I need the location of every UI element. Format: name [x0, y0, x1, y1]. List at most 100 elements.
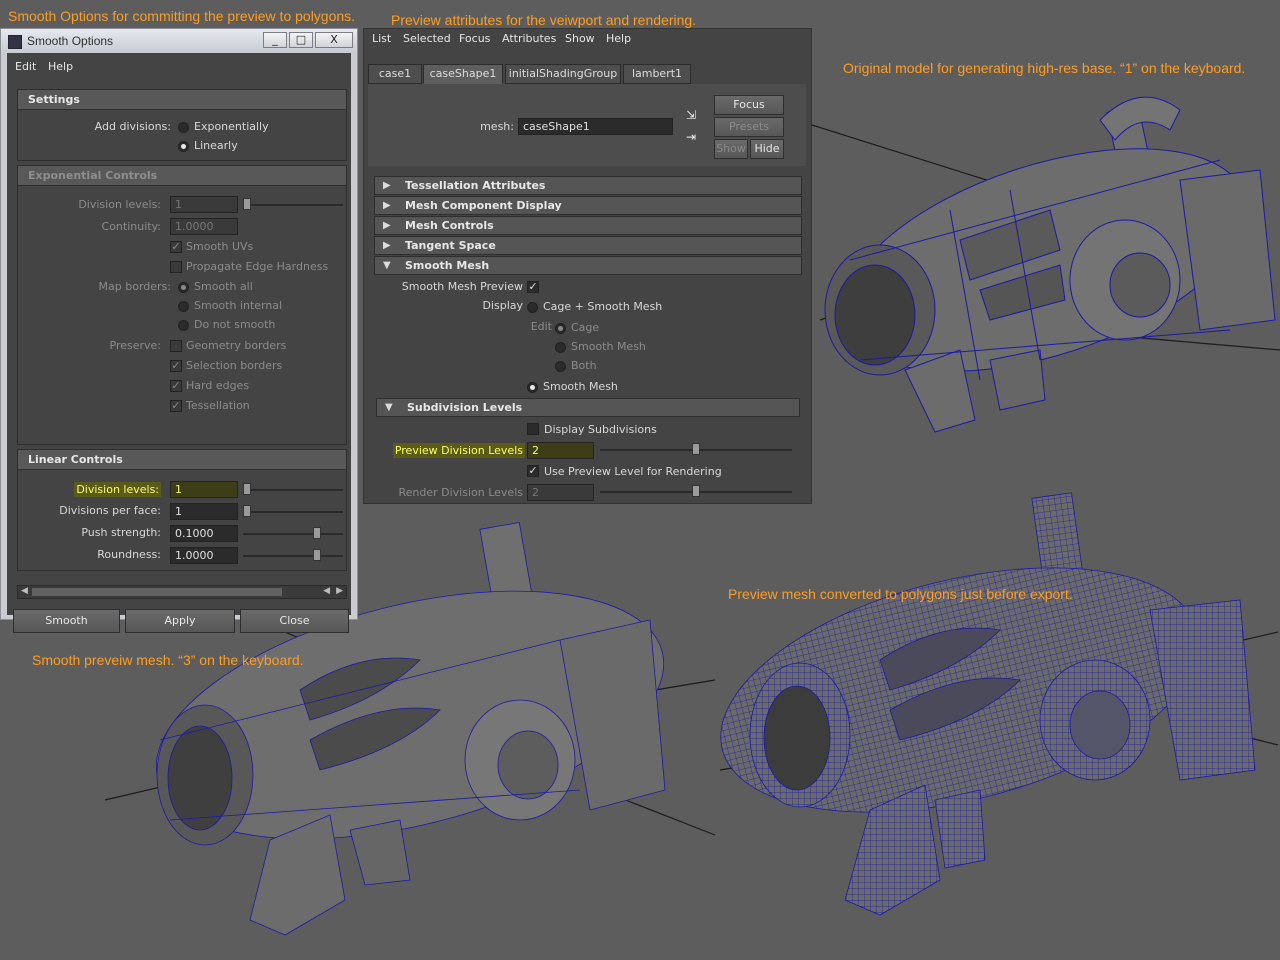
continuity-field[interactable]: 1.0000: [170, 218, 238, 235]
section-mesh-component-display[interactable]: ▶ Mesh Component Display: [374, 196, 802, 215]
roundness-slider[interactable]: [243, 555, 343, 557]
roundness-field[interactable]: 1.0000: [170, 547, 238, 564]
attr-menu-attributes[interactable]: Attributes: [502, 32, 556, 45]
scrollbar-thumb[interactable]: [32, 588, 282, 596]
divisions-per-face-handle[interactable]: [243, 505, 251, 517]
smooth-button[interactable]: Smooth: [13, 609, 120, 633]
exponential-controls-frame: Exponential Controls Division levels: 1 …: [17, 165, 347, 445]
settings-header[interactable]: Settings: [18, 90, 346, 110]
render-division-levels-handle[interactable]: [692, 485, 700, 497]
radio-smooth-all[interactable]: [178, 282, 189, 293]
exponential-controls-header[interactable]: Exponential Controls: [18, 166, 346, 186]
apply-button[interactable]: Apply: [125, 609, 235, 633]
radio-cage-smooth-mesh[interactable]: [527, 302, 538, 313]
lin-division-levels-slider[interactable]: [243, 489, 343, 491]
push-strength-handle[interactable]: [313, 527, 321, 539]
render-division-levels-field[interactable]: 2: [527, 484, 594, 501]
presets-button[interactable]: Presets: [714, 117, 784, 137]
window-title: Smooth Options: [27, 34, 114, 48]
preview-division-levels-field[interactable]: 2: [527, 442, 594, 459]
tab-lambert1[interactable]: lambert1: [623, 64, 691, 84]
edit-smooth-mesh-label: Smooth Mesh: [571, 340, 646, 353]
preview-division-levels-handle[interactable]: [692, 443, 700, 455]
linear-controls-header[interactable]: Linear Controls: [18, 450, 346, 470]
radio-edit-cage[interactable]: [555, 323, 566, 334]
close-button[interactable]: Close: [240, 609, 349, 633]
section-mesh-controls-label: Mesh Controls: [405, 219, 494, 232]
horizontal-scrollbar[interactable]: ◀ ◀ ▶: [17, 585, 347, 599]
continuity-label: Continuity:: [101, 220, 161, 233]
maximize-button[interactable]: □: [289, 32, 313, 48]
input-connection-icon[interactable]: ⇲: [686, 108, 696, 122]
attr-menu-show[interactable]: Show: [565, 32, 595, 45]
expanded-arrow-icon: ▼: [383, 260, 391, 271]
smooth-uvs-label: Smooth UVs: [186, 240, 254, 253]
propagate-edge-label: Propagate Edge Hardness: [186, 260, 329, 273]
menu-edit[interactable]: Edit: [15, 60, 36, 73]
section-tessellation[interactable]: ▶ Tessellation Attributes: [374, 176, 802, 195]
cage-smooth-mesh-label: Cage + Smooth Mesh: [543, 300, 663, 313]
push-strength-slider[interactable]: [243, 533, 343, 535]
smooth-options-window: Smooth Options _ □ X Edit Help Settings …: [0, 28, 358, 633]
scroll-left-icon[interactable]: ◀: [21, 586, 28, 596]
output-connection-icon[interactable]: ⇥: [686, 130, 696, 144]
section-smooth-mesh-label: Smooth Mesh: [405, 259, 490, 272]
radio-smooth-internal[interactable]: [178, 301, 189, 312]
radio-linearly[interactable]: [178, 141, 189, 152]
smooth-mesh-preview-checkbox[interactable]: ✓: [527, 281, 539, 293]
tessellation-checkbox[interactable]: ✓: [170, 400, 182, 412]
display-subdivisions-checkbox[interactable]: [527, 423, 539, 435]
lin-division-levels-handle[interactable]: [243, 483, 251, 495]
window-title-bar[interactable]: Smooth Options _ □ X: [1, 29, 357, 53]
attr-menu-list[interactable]: List: [372, 32, 391, 45]
divisions-per-face-slider[interactable]: [243, 511, 343, 513]
attr-menu-help[interactable]: Help: [606, 32, 631, 45]
radio-do-not-smooth[interactable]: [178, 320, 189, 331]
geometry-borders-checkbox[interactable]: [170, 340, 182, 352]
minimize-button[interactable]: _: [263, 32, 287, 48]
propagate-edge-checkbox[interactable]: [170, 261, 182, 273]
mesh-name-field[interactable]: caseShape1: [518, 118, 673, 135]
linear-controls-frame: Linear Controls Division levels: 1 Divis…: [17, 449, 347, 571]
section-smooth-mesh[interactable]: ▼ Smooth Mesh: [374, 256, 802, 275]
attr-menu-focus[interactable]: Focus: [459, 32, 490, 45]
section-subdivision-levels[interactable]: ▼ Subdivision Levels: [376, 398, 800, 417]
close-window-button[interactable]: X: [315, 32, 353, 48]
exp-division-levels-field[interactable]: 1: [170, 196, 238, 213]
hard-edges-checkbox[interactable]: ✓: [170, 380, 182, 392]
menu-help[interactable]: Help: [48, 60, 73, 73]
radio-smooth-mesh[interactable]: [527, 382, 538, 393]
smooth-all-label: Smooth all: [194, 280, 253, 293]
exp-division-levels-handle[interactable]: [243, 198, 251, 210]
scroll-right-icon[interactable]: ▶: [336, 586, 343, 596]
scroll-left2-icon[interactable]: ◀: [323, 586, 330, 596]
radio-exponentially[interactable]: [178, 122, 189, 133]
caption-smooth-preview: Smooth preveiw mesh. “3” on the keyboard…: [32, 652, 304, 668]
attr-menu-selected[interactable]: Selected: [403, 32, 451, 45]
selection-borders-checkbox[interactable]: ✓: [170, 360, 182, 372]
radio-edit-both[interactable]: [555, 361, 566, 372]
push-strength-field[interactable]: 0.1000: [170, 525, 238, 542]
smooth-uvs-checkbox[interactable]: ✓: [170, 241, 182, 253]
tab-case1[interactable]: case1: [368, 64, 422, 84]
show-button[interactable]: Show: [714, 139, 748, 159]
radio-edit-smooth-mesh[interactable]: [555, 342, 566, 353]
lin-division-levels-field[interactable]: 1: [170, 481, 238, 498]
attribute-editor: List Selected Focus Attributes Show Help…: [363, 28, 812, 504]
focus-button[interactable]: Focus: [714, 95, 784, 115]
section-tangent-space[interactable]: ▶ Tangent Space: [374, 236, 802, 255]
smooth-internal-label: Smooth internal: [194, 299, 283, 312]
tab-initialshadinggroup[interactable]: initialShadingGroup: [505, 64, 621, 84]
roundness-handle[interactable]: [313, 549, 321, 561]
hide-button[interactable]: Hide: [750, 139, 784, 159]
divisions-per-face-field[interactable]: 1: [170, 503, 238, 520]
exp-division-levels-slider[interactable]: [243, 204, 343, 206]
map-borders-label: Map borders:: [98, 280, 171, 293]
settings-frame: Settings Add divisions: Exponentially Li…: [17, 89, 347, 161]
use-preview-level-checkbox[interactable]: ✓: [527, 465, 539, 477]
section-subdivision-levels-label: Subdivision Levels: [407, 401, 523, 414]
caption-original-model: Original model for generating high-res b…: [843, 60, 1246, 76]
maya-app-icon: [8, 35, 22, 49]
section-mesh-controls[interactable]: ▶ Mesh Controls: [374, 216, 802, 235]
tab-caseshape1[interactable]: caseShape1: [423, 64, 503, 84]
